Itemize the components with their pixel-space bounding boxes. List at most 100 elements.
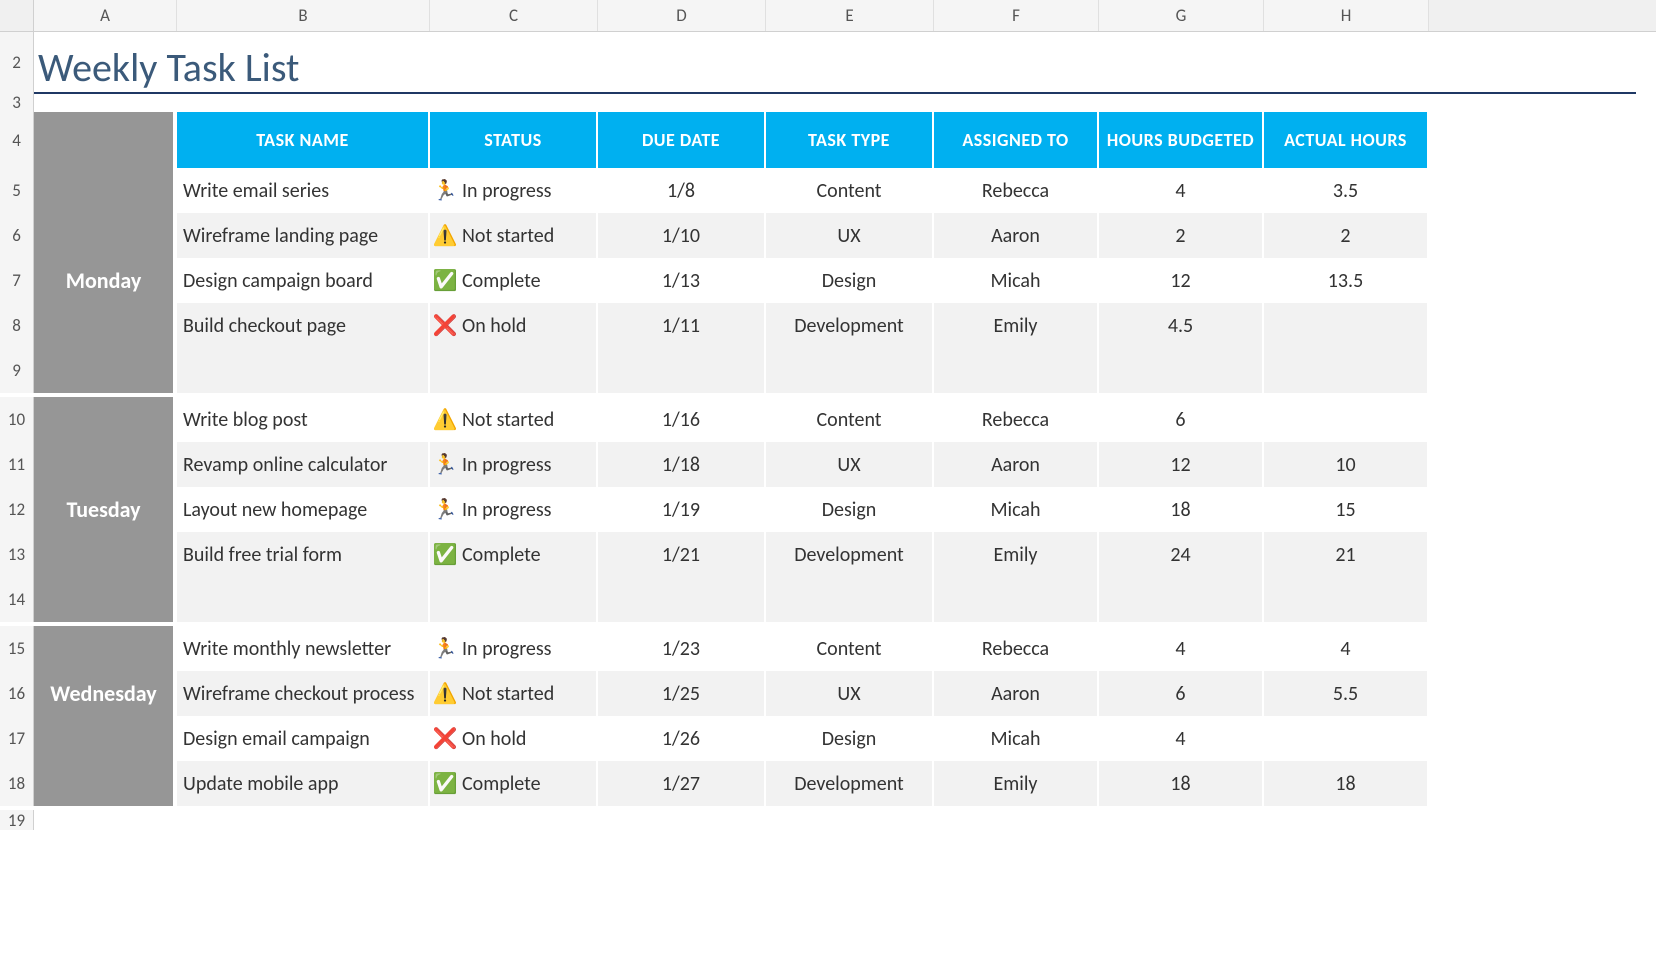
header-status[interactable]: STATUS <box>430 112 598 168</box>
cell-actual-hours[interactable] <box>1264 397 1429 442</box>
day-label[interactable] <box>34 397 177 442</box>
cell-actual-hours[interactable] <box>1264 716 1429 761</box>
col-header-f[interactable]: F <box>934 0 1099 31</box>
header-actual-hours[interactable]: ACTUAL HOURS <box>1264 112 1429 168</box>
row-header[interactable]: 10 <box>0 397 34 442</box>
cell-actual-hours[interactable]: 15 <box>1264 487 1429 532</box>
col-header-g[interactable]: G <box>1099 0 1264 31</box>
day-label[interactable] <box>34 213 177 258</box>
cell-due-date[interactable]: 1/23 <box>598 626 766 671</box>
cell-assigned-to[interactable]: Micah <box>934 487 1099 532</box>
blank-cell[interactable] <box>177 348 430 393</box>
cell-assigned-to[interactable]: Emily <box>934 303 1099 348</box>
cell-actual-hours[interactable]: 18 <box>1264 761 1429 806</box>
blank-cell[interactable] <box>598 348 766 393</box>
cell-actual-hours[interactable]: 2 <box>1264 213 1429 258</box>
blank-cell[interactable] <box>766 577 934 622</box>
cell-task-type[interactable]: UX <box>766 442 934 487</box>
cell-hours-budgeted[interactable]: 4 <box>1099 626 1264 671</box>
cell-task-type[interactable]: UX <box>766 671 934 716</box>
cell-status[interactable]: On hold <box>430 303 598 348</box>
cell-task-type[interactable]: Content <box>766 397 934 442</box>
header-due-date[interactable]: DUE DATE <box>598 112 766 168</box>
cell-actual-hours[interactable]: 13.5 <box>1264 258 1429 303</box>
day-label[interactable] <box>34 577 177 622</box>
cell-task-name[interactable]: Write blog post <box>177 397 430 442</box>
cell-task-name[interactable]: Design email campaign <box>177 716 430 761</box>
cell-task-type[interactable]: Content <box>766 626 934 671</box>
blank-cell[interactable] <box>934 348 1099 393</box>
day-label[interactable]: Monday <box>34 258 177 303</box>
cell-task-type[interactable]: Development <box>766 532 934 577</box>
row-header[interactable]: 13 <box>0 532 34 577</box>
select-all-corner[interactable] <box>0 0 34 31</box>
cell-due-date[interactable]: 1/25 <box>598 671 766 716</box>
cell-assigned-to[interactable]: Micah <box>934 258 1099 303</box>
cell-status[interactable]: On hold <box>430 716 598 761</box>
header-day[interactable] <box>34 112 177 168</box>
cell-task-name[interactable]: Build checkout page <box>177 303 430 348</box>
col-header-a[interactable]: A <box>34 0 177 31</box>
day-label[interactable]: Wednesday <box>34 671 177 716</box>
cell-due-date[interactable]: 1/11 <box>598 303 766 348</box>
cell-status[interactable]: In progress <box>430 168 598 213</box>
cell-assigned-to[interactable]: Emily <box>934 761 1099 806</box>
row-header[interactable]: 19 <box>0 810 34 830</box>
cell-assigned-to[interactable]: Emily <box>934 532 1099 577</box>
col-header-e[interactable]: E <box>766 0 934 31</box>
blank-cell[interactable] <box>430 577 598 622</box>
cell-status[interactable]: In progress <box>430 487 598 532</box>
blank-cell[interactable] <box>934 577 1099 622</box>
cell-assigned-to[interactable]: Aaron <box>934 671 1099 716</box>
row-header[interactable]: 9 <box>0 348 34 393</box>
row-header[interactable]: 17 <box>0 716 34 761</box>
cell-task-name[interactable]: Update mobile app <box>177 761 430 806</box>
cell-task-name[interactable]: Revamp online calculator <box>177 442 430 487</box>
blank-cell[interactable] <box>1099 577 1264 622</box>
header-task-name[interactable]: TASK NAME <box>177 112 430 168</box>
day-label[interactable] <box>34 442 177 487</box>
cell-task-name[interactable]: Write email series <box>177 168 430 213</box>
row-header[interactable]: 8 <box>0 303 34 348</box>
cell-hours-budgeted[interactable]: 6 <box>1099 397 1264 442</box>
cell-status[interactable]: Complete <box>430 532 598 577</box>
cell-task-type[interactable]: Development <box>766 761 934 806</box>
cell-hours-budgeted[interactable]: 6 <box>1099 671 1264 716</box>
cell-task-type[interactable]: Development <box>766 303 934 348</box>
cell-status[interactable]: Complete <box>430 761 598 806</box>
cell-task-type[interactable]: Design <box>766 487 934 532</box>
cell-task-name[interactable]: Wireframe checkout process <box>177 671 430 716</box>
cell-task-type[interactable]: Design <box>766 716 934 761</box>
cell-due-date[interactable]: 1/8 <box>598 168 766 213</box>
cell-assigned-to[interactable]: Rebecca <box>934 397 1099 442</box>
cell-task-name[interactable]: Write monthly newsletter <box>177 626 430 671</box>
cell-actual-hours[interactable]: 5.5 <box>1264 671 1429 716</box>
row-header[interactable]: 4 <box>0 112 34 168</box>
cell-task-name[interactable]: Build free trial form <box>177 532 430 577</box>
cell-actual-hours[interactable]: 10 <box>1264 442 1429 487</box>
cell-hours-budgeted[interactable]: 4.5 <box>1099 303 1264 348</box>
cell-assigned-to[interactable]: Micah <box>934 716 1099 761</box>
row-header[interactable]: 2 <box>0 32 34 92</box>
row-header[interactable]: 5 <box>0 168 34 213</box>
cell-status[interactable]: Not started <box>430 671 598 716</box>
row-header[interactable]: 15 <box>0 626 34 671</box>
day-label[interactable] <box>34 716 177 761</box>
cell-hours-budgeted[interactable]: 4 <box>1099 716 1264 761</box>
cell-due-date[interactable]: 1/10 <box>598 213 766 258</box>
cell-due-date[interactable]: 1/18 <box>598 442 766 487</box>
cell-due-date[interactable]: 1/27 <box>598 761 766 806</box>
cell-actual-hours[interactable]: 3.5 <box>1264 168 1429 213</box>
day-label[interactable] <box>34 168 177 213</box>
cell-hours-budgeted[interactable]: 18 <box>1099 761 1264 806</box>
row-header[interactable]: 14 <box>0 577 34 622</box>
row-header[interactable]: 7 <box>0 258 34 303</box>
day-label[interactable] <box>34 303 177 348</box>
cell-assigned-to[interactable]: Rebecca <box>934 168 1099 213</box>
cell-actual-hours[interactable]: 21 <box>1264 532 1429 577</box>
day-label[interactable] <box>34 532 177 577</box>
day-label[interactable]: Tuesday <box>34 487 177 532</box>
cell-hours-budgeted[interactable]: 18 <box>1099 487 1264 532</box>
cell-hours-budgeted[interactable]: 12 <box>1099 442 1264 487</box>
cell-task-name[interactable]: Wireframe landing page <box>177 213 430 258</box>
